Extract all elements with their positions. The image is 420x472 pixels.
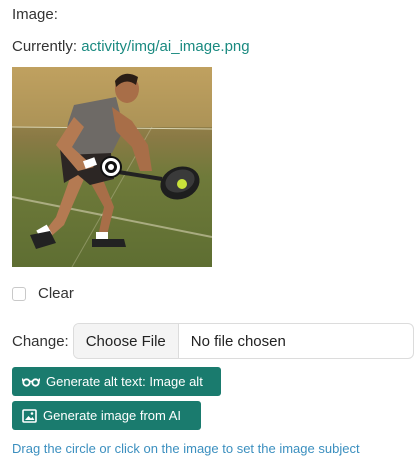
file-input[interactable]: Choose File No file chosen [72, 323, 414, 359]
image-field: Image: Currently: activity/img/ai_image.… [0, 0, 420, 472]
clear-checkbox[interactable] [12, 286, 26, 301]
generate-alt-text-label: Generate alt text: Image alt [46, 374, 203, 389]
image-preview[interactable] [12, 67, 212, 267]
subject-hint: Drag the circle or click on the image to… [12, 441, 360, 456]
change-label: Change: [12, 332, 69, 350]
file-status: No file chosen [190, 332, 286, 350]
change-row: Change: Choose File No file chosen [12, 323, 414, 359]
current-file: Currently: activity/img/ai_image.png [12, 38, 250, 55]
image-icon [22, 408, 37, 423]
current-prefix: Currently: [12, 38, 78, 55]
field-label: Image: [12, 6, 58, 23]
glasses-icon [22, 377, 40, 387]
current-file-link[interactable]: activity/img/ai_image.png [81, 38, 249, 55]
clear-option[interactable]: Clear [12, 285, 74, 302]
generate-image-label: Generate image from AI [43, 408, 182, 423]
generate-image-button[interactable]: Generate image from AI [12, 401, 201, 430]
generate-alt-text-button[interactable]: Generate alt text: Image alt [12, 367, 221, 396]
clear-label: Clear [38, 285, 74, 302]
subject-handle[interactable] [102, 158, 120, 176]
choose-file-button[interactable]: Choose File [73, 324, 179, 358]
